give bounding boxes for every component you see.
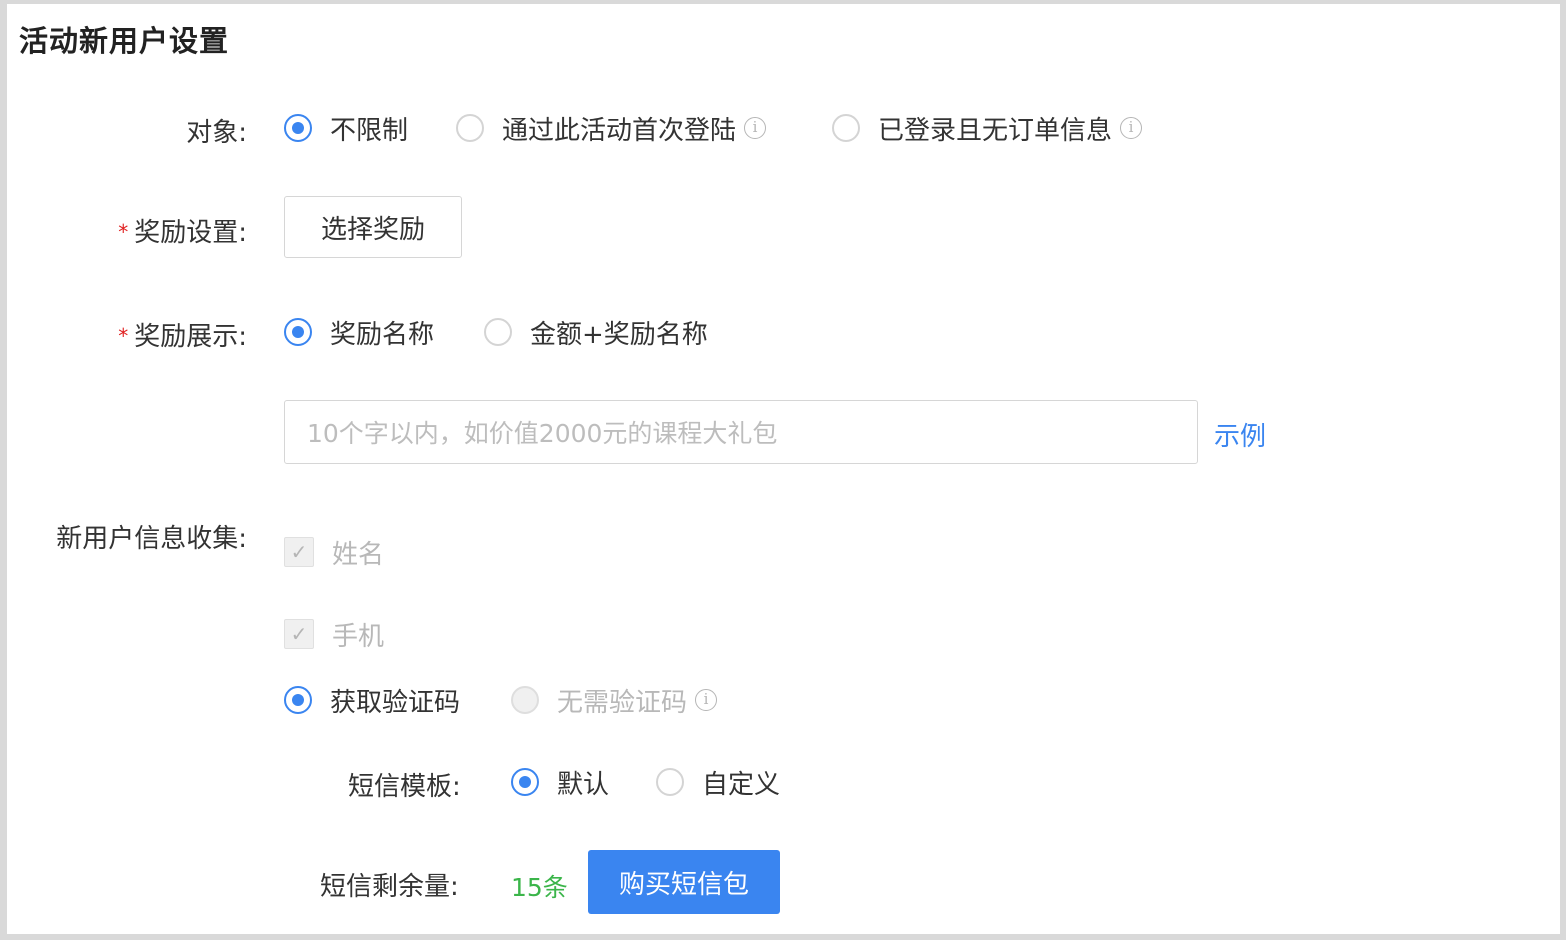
verify-option-get-code[interactable]: 获取验证码 bbox=[284, 680, 460, 720]
info-icon[interactable]: i bbox=[1120, 117, 1143, 139]
reward-display-label-text: 奖励展示: bbox=[134, 322, 247, 352]
option-label: 自定义 bbox=[702, 769, 781, 800]
radio-unchecked-icon[interactable] bbox=[456, 114, 484, 142]
settings-panel: 活动新用户设置 对象: 不限制 通过此活动首次登陆 i 已登录且无订单信息 i … bbox=[7, 4, 1560, 934]
target-option-no-orders[interactable]: 已登录且无订单信息 i bbox=[832, 108, 1143, 148]
radio-disabled-icon bbox=[511, 686, 539, 714]
radio-checked-icon[interactable] bbox=[284, 686, 312, 714]
reward-display-option-name[interactable]: 奖励名称 bbox=[284, 312, 434, 352]
sms-remaining-label: 短信剩余量: bbox=[320, 872, 459, 902]
verify-option-no-code: 无需验证码 i bbox=[511, 680, 718, 720]
checkbox-phone: ✓ 手机 bbox=[284, 614, 384, 654]
sms-template-label: 短信模板: bbox=[348, 772, 461, 802]
option-label: 无需验证码 bbox=[557, 687, 688, 718]
radio-checked-icon[interactable] bbox=[284, 318, 312, 346]
select-reward-button[interactable]: 选择奖励 bbox=[284, 196, 462, 258]
checkbox-label: 手机 bbox=[332, 621, 385, 652]
required-mark: * bbox=[118, 220, 129, 244]
example-link[interactable]: 示例 bbox=[1214, 416, 1266, 453]
option-label: 金额+奖励名称 bbox=[530, 319, 708, 350]
option-label: 默认 bbox=[557, 769, 610, 800]
page-title: 活动新用户设置 bbox=[19, 24, 230, 58]
radio-checked-icon[interactable] bbox=[511, 768, 539, 796]
reward-setting-label-text: 奖励设置: bbox=[134, 218, 247, 248]
radio-unchecked-icon[interactable] bbox=[656, 768, 684, 796]
sms-template-option-custom[interactable]: 自定义 bbox=[656, 762, 780, 802]
target-option-first-login[interactable]: 通过此活动首次登陆 i bbox=[456, 108, 767, 148]
required-mark: * bbox=[118, 324, 129, 348]
checkbox-checked-disabled-icon: ✓ bbox=[284, 537, 314, 567]
reward-display-label: * 奖励展示: bbox=[7, 316, 247, 353]
checkbox-checked-disabled-icon: ✓ bbox=[284, 619, 314, 649]
checkbox-name: ✓ 姓名 bbox=[284, 532, 384, 572]
reward-display-option-amount-name[interactable]: 金额+奖励名称 bbox=[484, 312, 708, 352]
info-collect-label: 新用户信息收集: bbox=[56, 524, 247, 554]
option-label: 获取验证码 bbox=[330, 687, 461, 718]
checkbox-label: 姓名 bbox=[332, 539, 385, 570]
target-option-unlimited[interactable]: 不限制 bbox=[284, 108, 408, 148]
radio-checked-icon[interactable] bbox=[284, 114, 312, 142]
option-label: 通过此活动首次登陆 bbox=[502, 115, 737, 146]
target-label: 对象: bbox=[186, 118, 247, 148]
info-icon[interactable]: i bbox=[695, 689, 718, 711]
buy-sms-button[interactable]: 购买短信包 bbox=[588, 850, 780, 914]
reward-setting-label: * 奖励设置: bbox=[7, 212, 247, 249]
sms-remaining-count: 15条 bbox=[511, 873, 568, 902]
sms-template-option-default[interactable]: 默认 bbox=[511, 762, 609, 802]
option-label: 奖励名称 bbox=[330, 319, 435, 350]
radio-unchecked-icon[interactable] bbox=[832, 114, 860, 142]
reward-name-input[interactable]: 10个字以内，如价值2000元的课程大礼包 bbox=[284, 400, 1198, 464]
info-icon[interactable]: i bbox=[744, 117, 767, 139]
option-label: 已登录且无订单信息 bbox=[878, 115, 1113, 146]
option-label: 不限制 bbox=[330, 115, 409, 146]
radio-unchecked-icon[interactable] bbox=[484, 318, 512, 346]
